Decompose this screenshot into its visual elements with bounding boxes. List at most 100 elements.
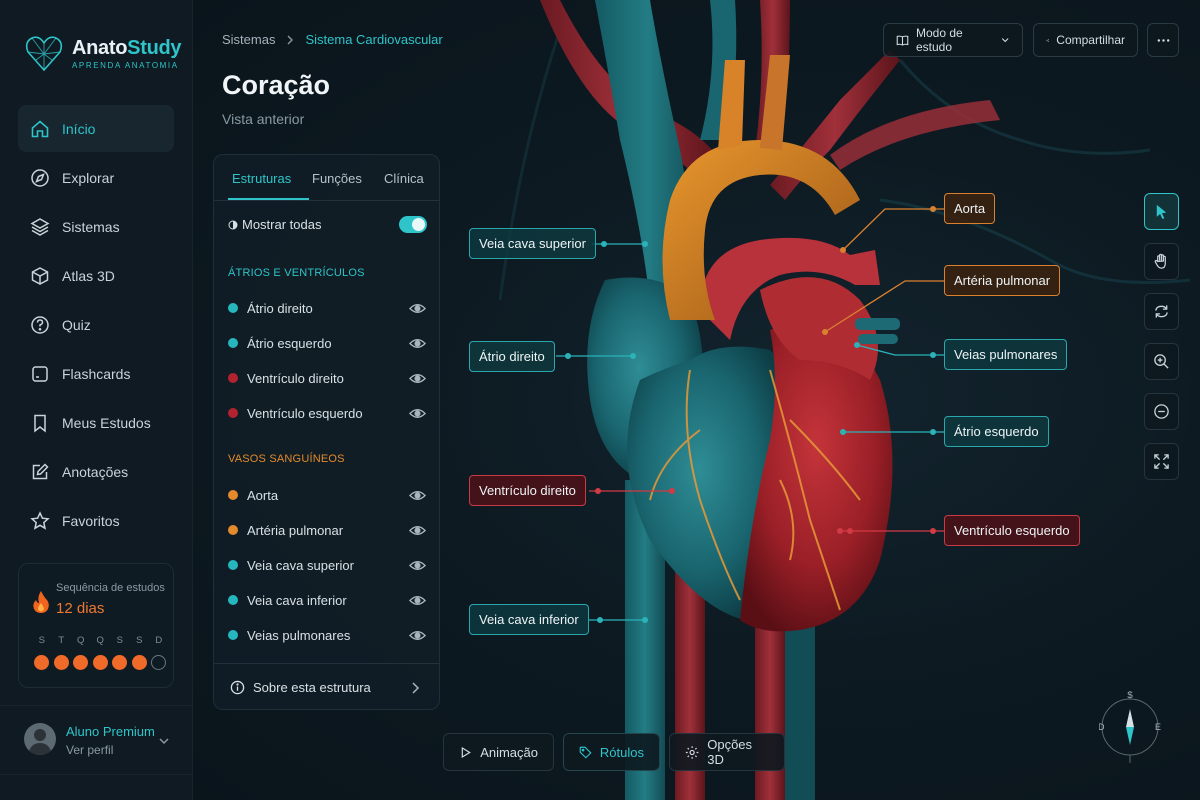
sidebar-item-flashcards[interactable]: Flashcards xyxy=(18,350,174,397)
zoom-in-button[interactable] xyxy=(1144,343,1179,380)
eye-icon[interactable] xyxy=(409,300,426,317)
info-icon xyxy=(230,680,245,695)
section-atrios-ventriculos: ÁTRIOS E VENTRÍCULOS xyxy=(228,267,365,279)
sidebar-item-inicio[interactable]: Início xyxy=(18,105,174,152)
sidebar-item-anotacoes[interactable]: Anotações xyxy=(18,448,174,495)
streak-day-dot xyxy=(112,655,128,670)
compass-icon: S D E xyxy=(1098,690,1161,763)
labels-button[interactable]: Rótulos xyxy=(563,733,660,771)
animation-button[interactable]: Animação xyxy=(443,733,554,771)
streak-day-dot xyxy=(92,655,108,670)
sidebar: AnatoStudy APRENDA ANATOMIA Início Explo… xyxy=(0,0,193,800)
select-tool-button[interactable] xyxy=(1144,193,1179,230)
chevron-down-icon[interactable] xyxy=(157,734,171,748)
profile-link[interactable]: Ver perfil xyxy=(66,743,113,757)
share-button[interactable]: Compartilhar xyxy=(1033,23,1138,57)
structure-veia-cava-superior[interactable]: Veia cava superior xyxy=(228,555,426,575)
edit-icon xyxy=(32,462,49,479)
sidebar-item-label: Atlas 3D xyxy=(62,267,115,284)
share-label: Compartilhar xyxy=(1056,33,1125,47)
compass-east: E xyxy=(1155,722,1161,732)
breadcrumb: Sistemas Sistema Cardiovascular xyxy=(222,32,443,47)
hand-icon xyxy=(1154,253,1166,269)
label-aorta[interactable]: Aorta xyxy=(944,193,996,224)
more-horizontal-icon xyxy=(1157,38,1169,42)
show-all-toggle[interactable] xyxy=(399,216,427,233)
cards-icon xyxy=(32,365,48,382)
streak-day-dot xyxy=(73,655,89,670)
pan-tool-button[interactable] xyxy=(1144,243,1179,280)
rotate-tool-button[interactable] xyxy=(1144,293,1179,330)
structure-aorta[interactable]: Aorta xyxy=(228,485,426,505)
orientation-compass[interactable]: S D E xyxy=(1098,690,1161,763)
eye-icon[interactable] xyxy=(409,627,426,644)
eye-icon[interactable] xyxy=(409,405,426,422)
sidebar-item-favoritos[interactable]: Favoritos xyxy=(18,497,174,544)
breadcrumb-current[interactable]: Sistema Cardiovascular xyxy=(305,32,442,47)
study-mode-dropdown[interactable]: Modo de estudo xyxy=(883,23,1023,57)
label-atrio-direito[interactable]: Átrio direito xyxy=(469,341,555,372)
color-dot xyxy=(228,490,238,500)
eye-icon[interactable] xyxy=(409,487,426,504)
expand-icon xyxy=(1154,454,1169,469)
page-title: Coração xyxy=(222,70,331,100)
structure-label: Artéria pulmonar xyxy=(247,522,344,538)
weekday-label: S xyxy=(136,635,143,646)
structure-ventriculo-esquerdo[interactable]: Ventrículo esquerdo xyxy=(228,403,426,423)
user-profile[interactable]: Aluno Premium Ver perfil xyxy=(0,705,193,775)
label-veia-cava-superior[interactable]: Veia cava superior xyxy=(469,228,596,259)
app-logo[interactable]: AnatoStudy APRENDA ANATOMIA xyxy=(24,32,182,74)
structure-veias-pulmonares[interactable]: Veias pulmonares xyxy=(228,625,426,645)
tab-estruturas[interactable]: Estruturas xyxy=(232,171,291,186)
compass-north: S xyxy=(1127,691,1133,700)
structure-label: Aorta xyxy=(247,487,279,503)
label-ventriculo-direito[interactable]: Ventrículo direito xyxy=(469,475,586,506)
eye-icon[interactable] xyxy=(409,592,426,609)
label-veias-pulmonares[interactable]: Veias pulmonares xyxy=(944,339,1068,370)
tab-clinica[interactable]: Clínica xyxy=(384,171,424,186)
eye-icon[interactable] xyxy=(409,370,426,387)
active-tab-indicator xyxy=(228,198,309,200)
show-all-label: Mostrar todas xyxy=(242,217,322,232)
structure-veia-cava-inferior[interactable]: Veia cava inferior xyxy=(228,590,426,610)
zoom-out-button[interactable] xyxy=(1144,393,1179,430)
sidebar-item-label: Sistemas xyxy=(62,218,120,235)
flame-icon xyxy=(33,591,49,613)
eye-icon[interactable] xyxy=(409,335,426,352)
breadcrumb-root[interactable]: Sistemas xyxy=(222,32,275,47)
structure-atrio-esquerdo[interactable]: Átrio esquerdo xyxy=(228,333,426,353)
eye-icon[interactable] xyxy=(409,557,426,574)
tab-funcoes[interactable]: Funções xyxy=(312,171,362,186)
streak-week: S T Q Q S S D xyxy=(32,635,169,670)
streak-day-dot xyxy=(34,655,50,670)
fullscreen-button[interactable] xyxy=(1144,443,1179,480)
structure-label: Veia cava superior xyxy=(247,557,354,573)
structure-ventriculo-direito[interactable]: Ventrículo direito xyxy=(228,368,426,388)
about-structure-link[interactable]: Sobre esta estrutura xyxy=(214,663,439,711)
color-dot xyxy=(228,560,238,570)
sidebar-item-explorar[interactable]: Explorar xyxy=(18,154,174,201)
label-veia-cava-inferior[interactable]: Veia cava inferior xyxy=(469,604,589,635)
color-dot xyxy=(228,303,238,313)
options-3d-button[interactable]: Opções 3D xyxy=(669,733,785,771)
study-mode-label: Modo de estudo xyxy=(916,26,963,54)
label-arteria-pulmonar[interactable]: Artéria pulmonar xyxy=(944,265,1061,296)
label-atrio-esquerdo[interactable]: Átrio esquerdo xyxy=(944,416,1049,447)
sidebar-item-label: Anotações xyxy=(62,463,129,480)
label-ventriculo-esquerdo[interactable]: Ventrículo esquerdo xyxy=(944,515,1080,546)
structure-atrio-direito[interactable]: Átrio direito xyxy=(228,298,426,318)
eye-icon[interactable] xyxy=(409,522,426,539)
structure-label: Veia cava inferior xyxy=(247,592,347,608)
color-dot xyxy=(228,408,238,418)
sidebar-item-atlas-3d[interactable]: Atlas 3D xyxy=(18,252,174,299)
chevron-right-icon xyxy=(287,35,294,44)
structure-label: Ventrículo direito xyxy=(247,370,344,386)
more-options-button[interactable] xyxy=(1147,23,1179,57)
book-icon xyxy=(896,35,909,46)
chevron-down-icon xyxy=(1001,38,1009,43)
structure-arteria-pulmonar[interactable]: Artéria pulmonar xyxy=(228,520,426,540)
sidebar-item-meus-estudos[interactable]: Meus Estudos xyxy=(18,399,174,446)
weekday-label: S xyxy=(38,635,45,646)
sidebar-item-quiz[interactable]: Quiz xyxy=(18,301,174,348)
sidebar-item-sistemas[interactable]: Sistemas xyxy=(18,203,174,250)
